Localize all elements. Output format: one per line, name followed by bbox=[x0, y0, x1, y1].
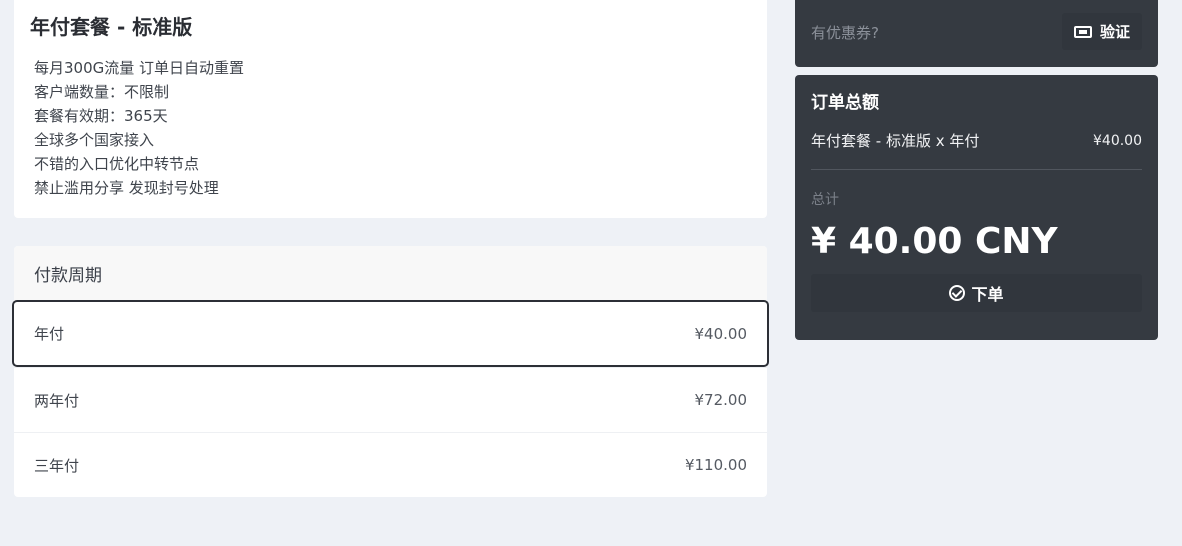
place-order-button[interactable]: 下单 bbox=[811, 274, 1142, 312]
order-item-label: 年付套餐 - 标准版 x 年付 bbox=[811, 132, 980, 150]
billing-cycle-title: 付款周期 bbox=[14, 246, 767, 300]
total-amount: ¥ 40.00 CNY bbox=[811, 221, 1058, 262]
plan-feature: 全球多个国家接入 bbox=[34, 131, 155, 149]
cycle-option-price: ¥72.00 bbox=[694, 391, 748, 409]
plan-feature: 套餐有效期：365天 bbox=[34, 107, 168, 125]
verify-coupon-button[interactable]: 验证 bbox=[1061, 13, 1142, 50]
coupon-input[interactable] bbox=[811, 23, 1031, 42]
plan-feature: 不错的入口优化中转节点 bbox=[34, 155, 200, 173]
right-column: 验证 订单总额 年付套餐 - 标准版 x 年付 ¥40.00 总计 ¥ 40.0… bbox=[795, 0, 1158, 340]
billing-cycle-card: 付款周期 年付 ¥40.00 两年付 ¥72.00 三年付 ¥110.00 bbox=[12, 246, 769, 497]
cycle-option-label: 年付 bbox=[34, 325, 65, 343]
order-summary-title: 订单总额 bbox=[811, 93, 879, 113]
ticket-icon bbox=[1073, 25, 1092, 38]
plan-feature: 每月300G流量 订单日自动重置 bbox=[34, 59, 245, 77]
verify-button-label: 验证 bbox=[1099, 23, 1130, 41]
plan-feature: 客户端数量：不限制 bbox=[34, 83, 170, 101]
cycle-option-three-years[interactable]: 三年付 ¥110.00 bbox=[14, 432, 767, 497]
cycle-option-label: 三年付 bbox=[34, 456, 80, 475]
plan-feature: 禁止滥用分享 发现封号处理 bbox=[34, 179, 219, 197]
left-column: 年付套餐 - 标准版 每月300G流量 订单日自动重置 客户端数量：不限制 套餐… bbox=[12, 0, 769, 497]
cycle-option-two-years[interactable]: 两年付 ¥72.00 bbox=[14, 367, 767, 432]
order-item-amount: ¥40.00 bbox=[1093, 133, 1142, 149]
order-summary-card: 订单总额 年付套餐 - 标准版 x 年付 ¥40.00 总计 ¥ 40.00 C… bbox=[795, 75, 1158, 340]
cycle-option-yearly[interactable]: 年付 ¥40.00 bbox=[12, 300, 769, 367]
total-label: 总计 bbox=[811, 192, 839, 208]
order-line-item: 年付套餐 - 标准版 x 年付 ¥40.00 bbox=[811, 131, 1142, 170]
place-order-label: 下单 bbox=[971, 285, 1004, 304]
plan-card: 年付套餐 - 标准版 每月300G流量 订单日自动重置 客户端数量：不限制 套餐… bbox=[14, 0, 767, 218]
cycle-option-price: ¥40.00 bbox=[694, 324, 748, 343]
plan-features: 每月300G流量 订单日自动重置 客户端数量：不限制 套餐有效期：365天 全球… bbox=[30, 56, 751, 200]
coupon-card: 验证 bbox=[795, 0, 1158, 67]
check-circle-icon bbox=[949, 285, 966, 301]
cycle-option-label: 两年付 bbox=[34, 391, 80, 410]
cycle-option-price: ¥110.00 bbox=[684, 456, 747, 474]
plan-title: 年付套餐 - 标准版 bbox=[30, 15, 193, 39]
